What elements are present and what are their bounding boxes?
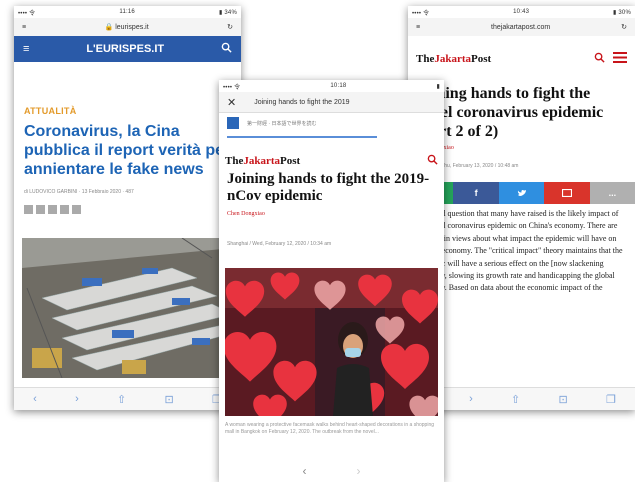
tab-title[interactable]: Joining hands to fight the 2019 — [254, 99, 349, 106]
search-icon[interactable] — [427, 152, 438, 170]
site-logo[interactable]: TheJakartaPost — [416, 53, 491, 65]
forward-icon[interactable]: › — [469, 393, 473, 405]
site-logo[interactable]: TheJakartaPost — [225, 155, 300, 167]
article-byline: di LUDOVICO GARBINI · 13 Febbraio 2020 ·… — [24, 189, 134, 195]
search-icon[interactable] — [221, 42, 232, 56]
address-bar[interactable]: ≡ 🔒 leurispes.it ↻ — [14, 18, 241, 36]
article-photo-hospital — [22, 238, 233, 378]
site-header: TheJakartaPost — [219, 151, 444, 171]
share-buttons — [24, 205, 231, 214]
url-text[interactable]: 🔒 leurispes.it — [105, 23, 149, 31]
logo-part-jakarta: Jakarta — [243, 155, 281, 167]
status-battery: ▮ — [436, 83, 440, 90]
share-email-icon[interactable] — [60, 205, 69, 214]
status-time: 10:43 — [513, 9, 530, 15]
article-dateline: Shanghai / Thu, February 13, 2020 / 10:4… — [416, 163, 519, 169]
share-twitter-icon[interactable] — [36, 205, 45, 214]
url-text[interactable]: thejakartapost.com — [491, 24, 550, 31]
browser-toolbar: ‹ › ⇧ ⊡ ❐ — [14, 387, 241, 410]
status-battery: ▮ 34% — [219, 9, 237, 16]
phone-screenshot-jakartapost: •••• 令 10:18 ▮ ✕ Joining hands to fight … — [219, 80, 444, 482]
forward-icon[interactable]: › — [357, 464, 361, 478]
article-headline: Joining hands to fight the 2019-nCov epi… — [227, 171, 430, 204]
bookmarks-icon[interactable]: ⊡ — [558, 393, 567, 406]
article-author[interactable]: Chen Dongxiao — [416, 145, 627, 151]
logo-part-post: Post — [280, 155, 301, 167]
reader-icon[interactable]: ≡ — [416, 24, 420, 31]
reload-icon[interactable]: ↻ — [621, 23, 627, 31]
loading-progress-bar — [227, 136, 377, 138]
site-header: TheJakartaPost — [408, 42, 635, 76]
reader-icon[interactable]: ≡ — [22, 24, 26, 31]
share-icon[interactable]: ⇧ — [511, 393, 520, 406]
article-headline: Coronavirus, la Cina pubblica il report … — [24, 123, 231, 178]
share-facebook-icon[interactable]: f — [453, 182, 499, 204]
share-print-icon[interactable] — [72, 205, 81, 214]
banner-logo-icon — [227, 117, 239, 129]
forward-icon[interactable]: › — [75, 393, 79, 405]
share-twitter-icon[interactable] — [498, 182, 545, 204]
search-icon[interactable] — [594, 50, 605, 68]
status-bar: •••• 令 10:18 ▮ — [219, 80, 444, 92]
section-label[interactable]: ATTUALITÀ — [24, 106, 241, 116]
share-more-icon[interactable]: ... — [589, 182, 635, 204]
address-bar[interactable]: ≡ thejakartapost.com ↻ — [408, 18, 635, 36]
status-bar: •••• 令 11:16 ▮ 34% — [14, 6, 241, 18]
menu-icon[interactable] — [613, 50, 627, 68]
ad-banner[interactable]: 第一財經 · 日本語で世界を読む — [219, 113, 444, 133]
share-linkedin-icon[interactable] — [48, 205, 57, 214]
article-author[interactable]: Chen Dongxiao — [227, 211, 436, 217]
banner-text: 第一財經 · 日本語で世界を読む — [247, 120, 317, 127]
article-dateline: Shanghai / Wed, February 12, 2020 / 10:3… — [227, 241, 332, 247]
header-actions — [594, 50, 627, 68]
logo-part-the: The — [225, 155, 244, 167]
status-signal: •••• 令 — [412, 10, 430, 17]
logo-part-the: The — [416, 53, 435, 65]
close-icon[interactable]: ✕ — [227, 96, 236, 109]
share-icon[interactable]: ⇧ — [117, 393, 126, 406]
back-icon[interactable]: ‹ — [33, 393, 37, 405]
status-time: 11:16 — [119, 9, 135, 15]
status-signal: •••• 令 — [18, 10, 36, 17]
photo-caption: A woman wearing a protective facemask wa… — [225, 422, 435, 435]
logo-part-post: Post — [471, 53, 492, 65]
article-photo-hearts — [225, 268, 438, 416]
share-facebook-icon[interactable] — [24, 205, 33, 214]
status-battery: ▮ 30% — [613, 9, 631, 16]
page-title-bar: ✕ Joining hands to fight the 2019 — [219, 92, 444, 113]
site-logo[interactable]: L'EURISPES.IT — [86, 43, 164, 55]
share-email-icon[interactable] — [544, 182, 590, 204]
status-time: 10:18 — [330, 83, 347, 89]
menu-icon[interactable]: ≡ — [23, 43, 29, 55]
browser-toolbar: ‹ › — [219, 460, 444, 482]
logo-part-jakarta: Jakarta — [434, 53, 472, 65]
reload-icon[interactable]: ↻ — [227, 23, 233, 31]
article-headline: Joining hands to fight the novel coronav… — [416, 85, 604, 140]
site-navbar: ≡ L'EURISPES.IT — [14, 36, 241, 62]
phone-screenshot-eurispes: •••• 令 11:16 ▮ 34% ≡ 🔒 leurispes.it ↻ ≡ … — [14, 6, 241, 410]
article-body: The third question that many have raised… — [416, 209, 623, 293]
back-icon[interactable]: ‹ — [303, 464, 307, 478]
bookmarks-icon[interactable]: ⊡ — [164, 393, 173, 406]
tabs-icon[interactable]: ❐ — [606, 393, 616, 406]
status-bar: •••• 令 10:43 ▮ 30% — [408, 6, 635, 18]
status-signal: •••• 令 — [223, 84, 241, 91]
